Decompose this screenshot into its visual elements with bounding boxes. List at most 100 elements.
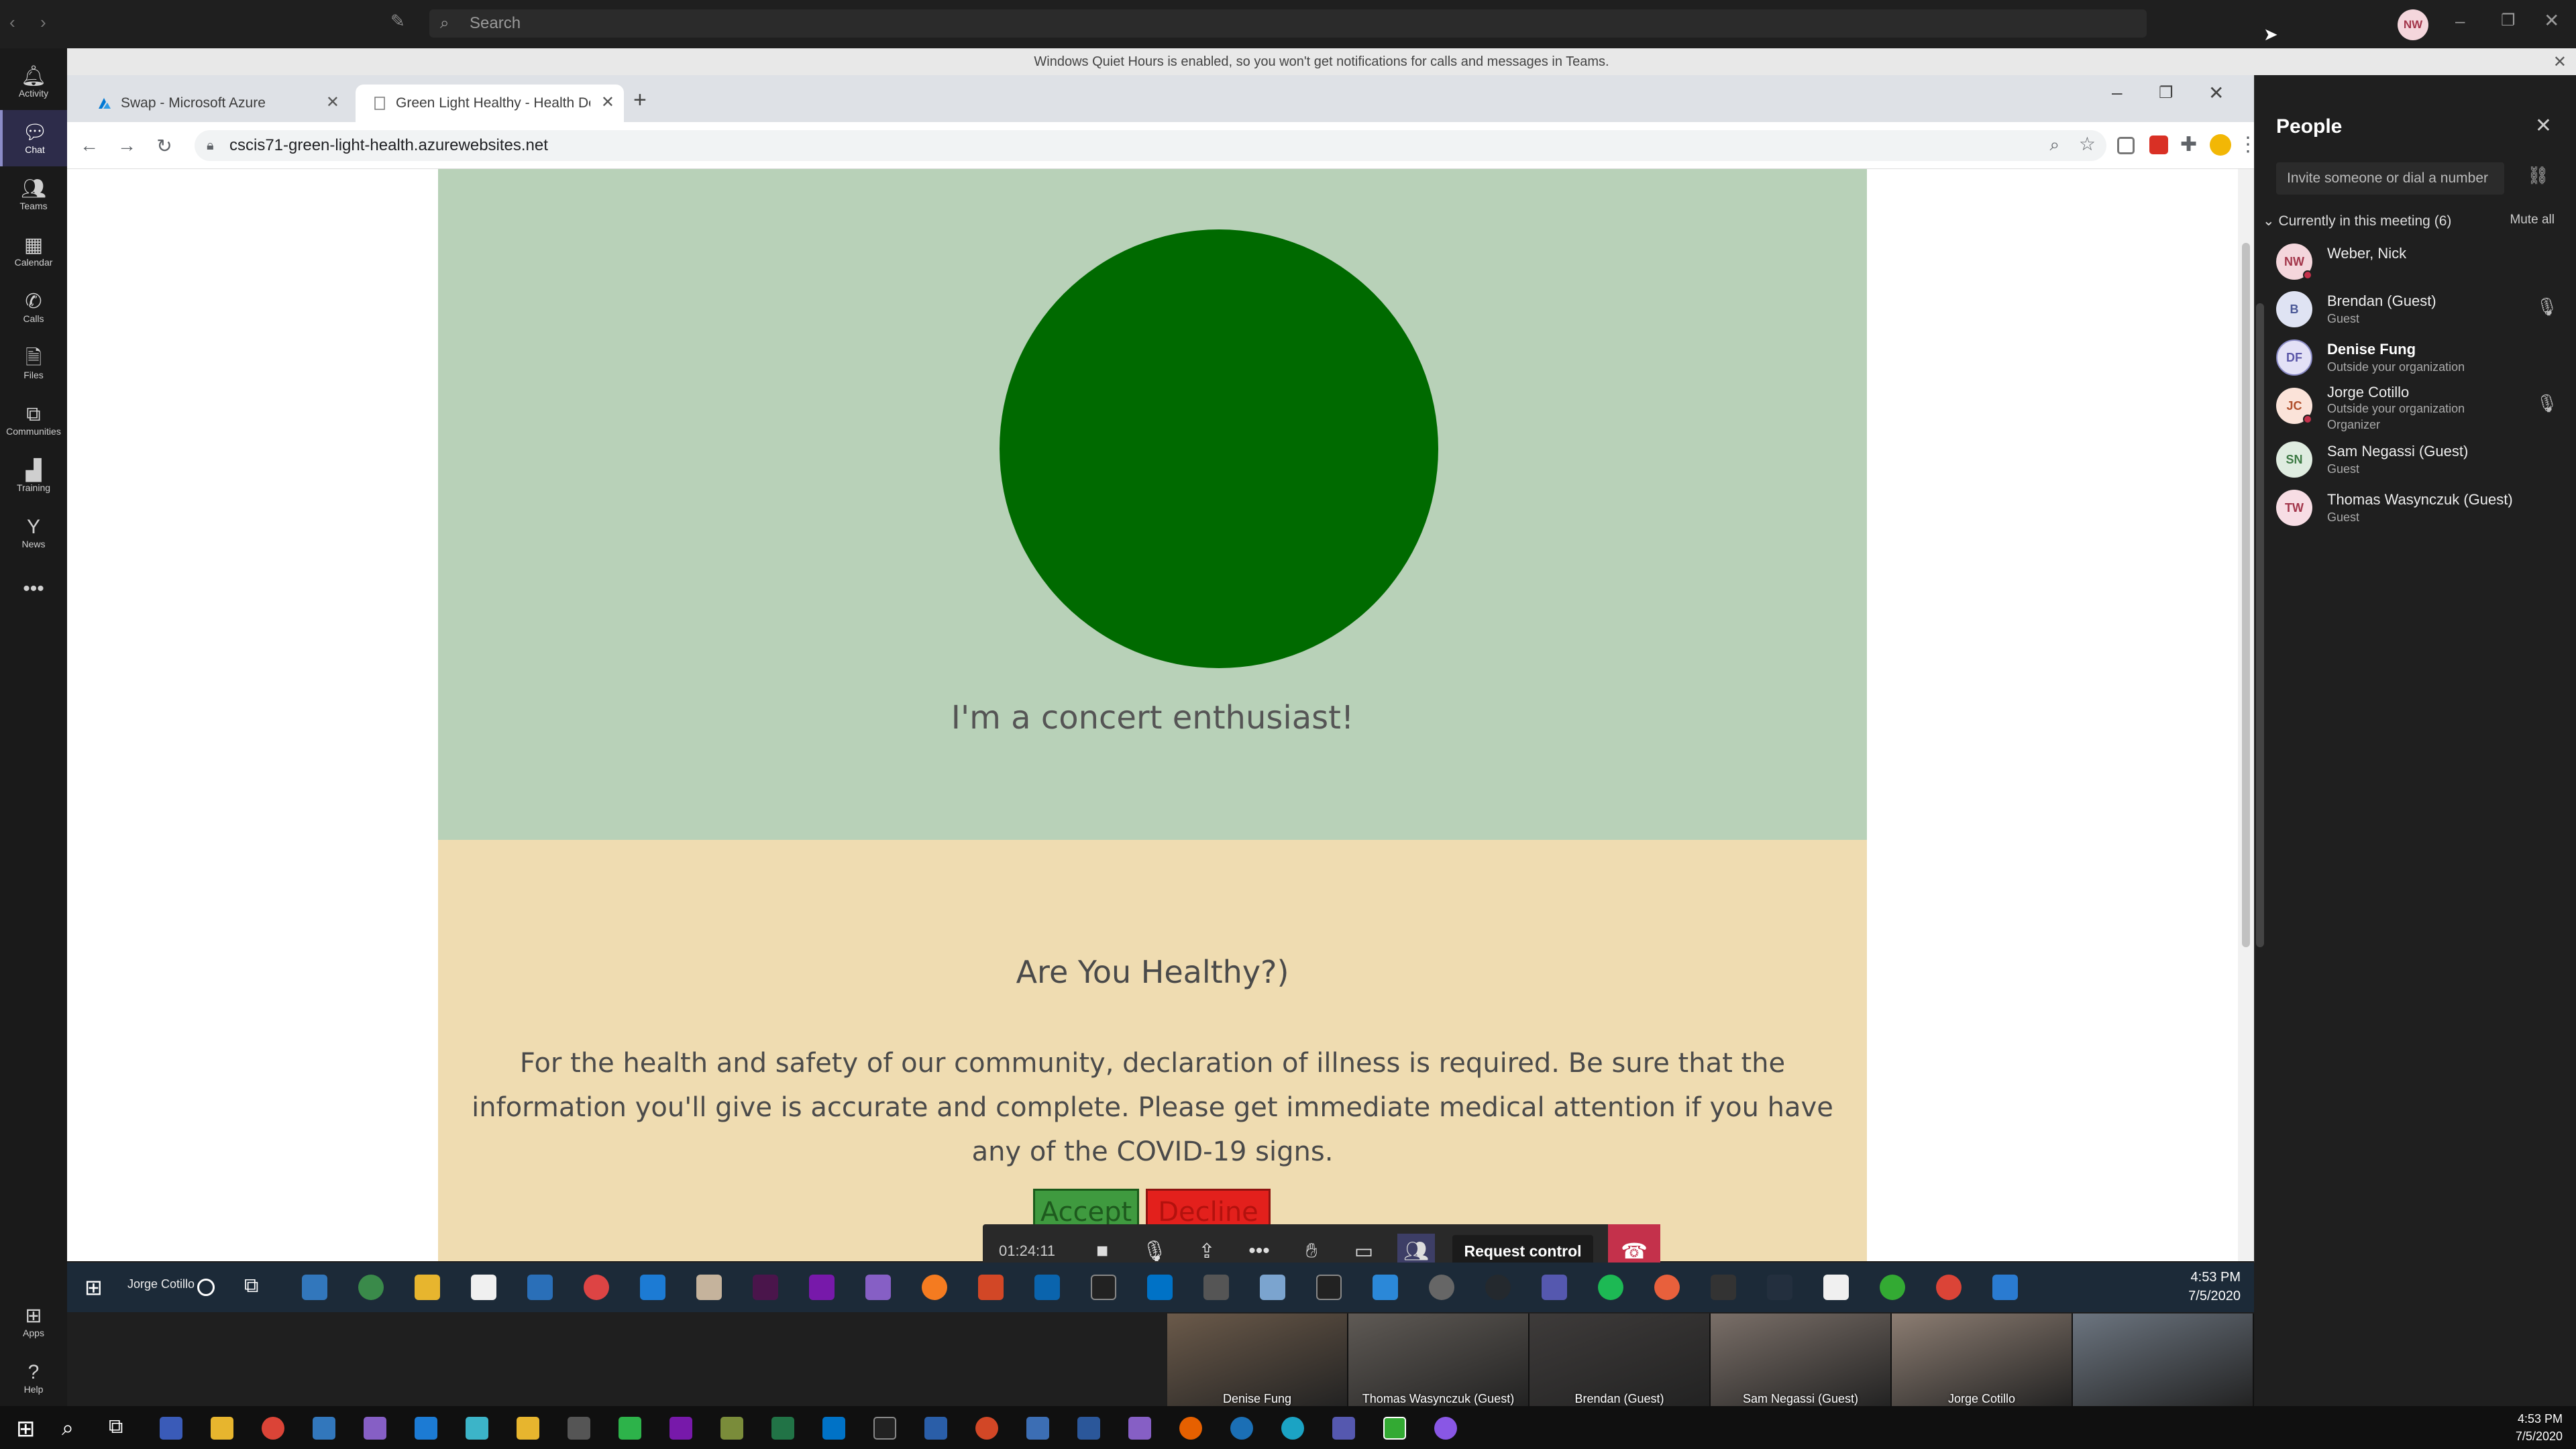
app-icon[interactable] (1383, 1417, 1406, 1440)
app-icon[interactable] (924, 1417, 947, 1440)
bookmark-star-icon[interactable]: ☆ (2079, 133, 2096, 155)
chrome-icon[interactable] (262, 1417, 284, 1440)
app-icon (1373, 1275, 1398, 1300)
visual-studio-icon (865, 1275, 891, 1300)
close-panel-icon[interactable]: ✕ (2535, 114, 2552, 138)
extension-badge-icon[interactable] (2149, 136, 2168, 154)
participant-row[interactable]: B Brendan (Guest) Guest 🎙︎ (2276, 287, 2558, 330)
new-tab-icon[interactable]: + (633, 87, 647, 113)
meeting-participants-header[interactable]: ⌄ Currently in this meeting (6) (2263, 213, 2451, 229)
browser-minimize-icon[interactable]: – (2112, 82, 2123, 103)
panel-scrollbar[interactable] (2256, 303, 2264, 947)
browser-toolbar: ← → ↻ 🔒︎ cscis71-green-light-health.azur… (67, 122, 2258, 169)
back-arrow-icon[interactable]: ‹ (9, 12, 15, 33)
file-explorer-icon[interactable] (211, 1417, 233, 1440)
visual-studio-icon[interactable] (1128, 1417, 1151, 1440)
browser-close-icon[interactable]: ✕ (2208, 82, 2224, 104)
participant-row[interactable]: SN Sam Negassi (Guest) Guest (2276, 437, 2558, 480)
scrollbar-thumb[interactable] (2242, 243, 2250, 947)
forward-icon[interactable]: → (113, 131, 141, 160)
extension-icon[interactable] (2117, 137, 2135, 154)
puzzle-extensions-icon[interactable]: ✚ (2180, 133, 2197, 156)
task-view-icon[interactable]: ⧉ (109, 1415, 123, 1438)
firefox-icon[interactable] (1179, 1417, 1202, 1440)
rail-teams[interactable]: 👥︎ Teams (0, 166, 67, 223)
chrome-dev-icon (584, 1275, 609, 1300)
search-input[interactable]: ⌕ Search (429, 9, 2147, 38)
tab-azure[interactable]: Swap - Microsoft Azure ✕ (80, 85, 349, 122)
teams-icon[interactable] (1332, 1417, 1355, 1440)
presence-dot (2303, 270, 2312, 280)
rail-help[interactable]: ? Help (0, 1350, 67, 1406)
participant-row[interactable]: JC Jorge Cotillo Outside your organizati… (2276, 384, 2558, 432)
banner-close-icon[interactable]: ✕ (2553, 52, 2567, 72)
rail-chat[interactable]: 💬︎ Chat (0, 110, 67, 166)
terminal-icon[interactable] (873, 1417, 896, 1440)
app-icon[interactable] (466, 1417, 488, 1440)
app-icon[interactable] (568, 1417, 590, 1440)
invite-input[interactable]: Invite someone or dial a number (2276, 162, 2504, 195)
system-clock[interactable]: 4:53 PM 7/5/2020 (2516, 1410, 2563, 1445)
maximize-icon[interactable]: ❐ (2501, 11, 2516, 30)
participant-role: Organizer (2327, 418, 2381, 431)
visual-studio-icon[interactable] (364, 1417, 386, 1440)
forward-arrow-icon[interactable]: › (40, 12, 46, 33)
search-icon[interactable]: ⌕ (62, 1415, 74, 1441)
video-tile[interactable]: Brendan (Guest) (1529, 1313, 1709, 1407)
tab-close-icon[interactable]: ✕ (601, 93, 614, 112)
onenote-icon[interactable] (669, 1417, 692, 1440)
app-icon[interactable] (1281, 1417, 1304, 1440)
chrome-icon (358, 1275, 384, 1300)
app-icon[interactable] (517, 1417, 539, 1440)
app-icon[interactable] (1230, 1417, 1253, 1440)
app-icon[interactable] (1026, 1417, 1049, 1440)
rail-files[interactable]: 🗎 Files (0, 335, 67, 392)
browser-restore-icon[interactable]: ❐ (2159, 83, 2174, 103)
powerpoint-icon[interactable] (975, 1417, 998, 1440)
app-icon[interactable] (619, 1417, 641, 1440)
close-window-icon[interactable]: ✕ (2544, 9, 2559, 32)
outlook-icon[interactable] (822, 1417, 845, 1440)
rail-label: Help (23, 1384, 44, 1395)
video-tile[interactable]: Denise Fung (1167, 1313, 1347, 1407)
app-icon[interactable] (720, 1417, 743, 1440)
share-invite-icon[interactable]: ⛓ (2527, 165, 2549, 186)
terminal-icon (1711, 1275, 1736, 1300)
app-icon[interactable] (160, 1417, 182, 1440)
rail-training[interactable]: ▟ Training (0, 448, 67, 504)
rail-communities[interactable]: ⧉ Communities (0, 392, 67, 448)
word-icon[interactable] (1077, 1417, 1100, 1440)
user-avatar[interactable]: NW (2398, 9, 2428, 40)
rail-calendar[interactable]: ▦ Calendar (0, 223, 67, 279)
rail-activity[interactable]: 🔔︎ Activity (0, 54, 67, 110)
reload-icon[interactable]: ↻ (150, 131, 178, 160)
video-tile[interactable]: Jorge Cotillo (1892, 1313, 2072, 1407)
user-initials: NW (2403, 18, 2423, 31)
excel-icon[interactable] (771, 1417, 794, 1440)
participant-row[interactable]: NW Weber, Nick (2276, 239, 2558, 282)
rail-news[interactable]: Y News (0, 504, 67, 561)
mute-all-button[interactable]: Mute all (2510, 213, 2555, 227)
url-bar[interactable]: 🔒︎ cscis71-green-light-health.azurewebsi… (195, 130, 2106, 161)
more-apps-button[interactable]: ••• (0, 561, 67, 617)
rail-apps[interactable]: ⊞ Apps (0, 1293, 67, 1350)
meeting-count: Currently in this meeting (6) (2278, 213, 2452, 229)
video-tile[interactable]: Sam Negassi (Guest) (1711, 1313, 1890, 1407)
participant-row[interactable]: TW Thomas Wasynczuk (Guest) Guest (2276, 486, 2558, 529)
tab-close-icon[interactable]: ✕ (326, 93, 339, 112)
video-tile[interactable] (2073, 1313, 2253, 1407)
video-tile[interactable]: Thomas Wasynczuk (Guest) (1348, 1313, 1528, 1407)
back-icon[interactable]: ← (75, 131, 103, 160)
participant-row[interactable]: DF Denise Fung Outside your organization (2276, 335, 2558, 378)
vscode-icon[interactable] (415, 1417, 437, 1440)
zoom-icon[interactable]: ⌕ (2049, 134, 2059, 156)
windows-start-icon[interactable]: ⊞ (16, 1415, 36, 1442)
tab-green-light[interactable]: Green Light Healthy - Health Dec ✕ (356, 85, 624, 122)
github-icon (1485, 1275, 1511, 1300)
edge-icon[interactable] (313, 1417, 335, 1440)
app-icon[interactable] (1434, 1417, 1457, 1440)
profile-avatar-icon[interactable] (2210, 134, 2231, 156)
rail-calls[interactable]: ✆ Calls (0, 279, 67, 335)
minimize-icon[interactable]: – (2455, 11, 2465, 32)
compose-icon[interactable]: ✎ (390, 11, 405, 32)
